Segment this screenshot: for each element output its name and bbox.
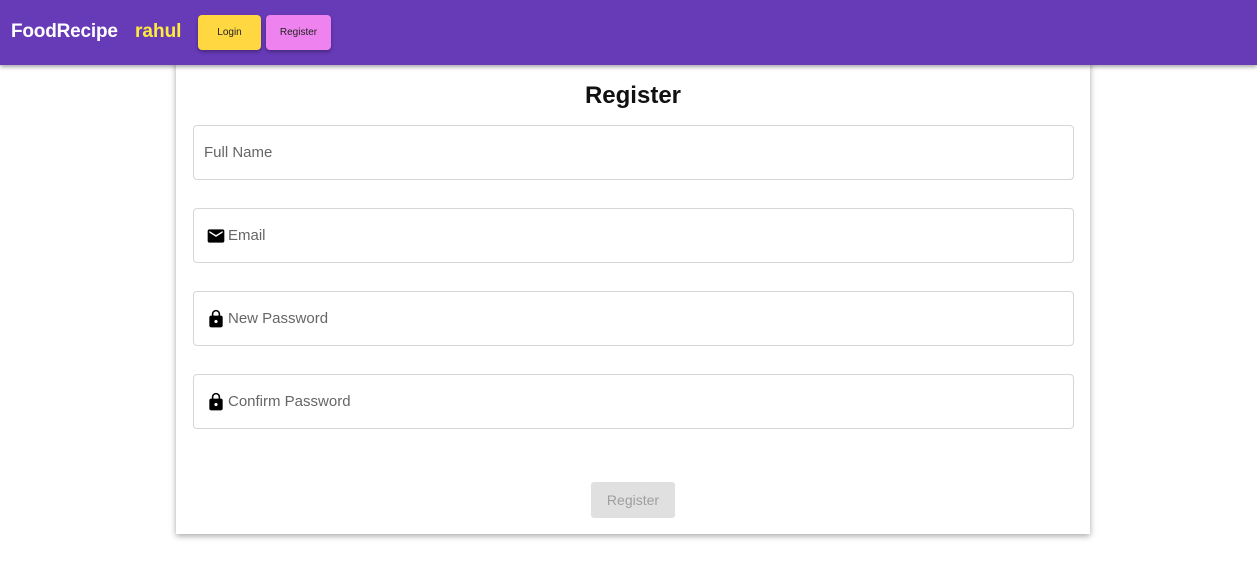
form-title: Register — [584, 82, 682, 109]
confirm-password-input[interactable] — [228, 375, 1063, 428]
lock-icon — [209, 309, 223, 327]
login-button[interactable]: Login — [198, 15, 261, 50]
app-brand[interactable]: FoodRecipe — [11, 21, 118, 43]
confirm-password-field[interactable] — [193, 374, 1074, 429]
full-name-field[interactable] — [193, 125, 1074, 180]
register-card: Register Register — [176, 58, 1090, 534]
new-password-field[interactable] — [193, 291, 1074, 346]
email-field[interactable] — [193, 208, 1074, 263]
full-name-input[interactable] — [204, 126, 1063, 179]
app-header: FoodRecipe rahul Login Register — [0, 0, 1257, 65]
email-input[interactable] — [228, 209, 1063, 262]
register-nav-button[interactable]: Register — [266, 15, 331, 50]
register-submit-button[interactable]: Register — [591, 482, 675, 518]
username-label: rahul — [135, 21, 182, 42]
lock-icon — [209, 392, 223, 410]
new-password-input[interactable] — [228, 292, 1063, 345]
mail-icon — [207, 228, 225, 243]
